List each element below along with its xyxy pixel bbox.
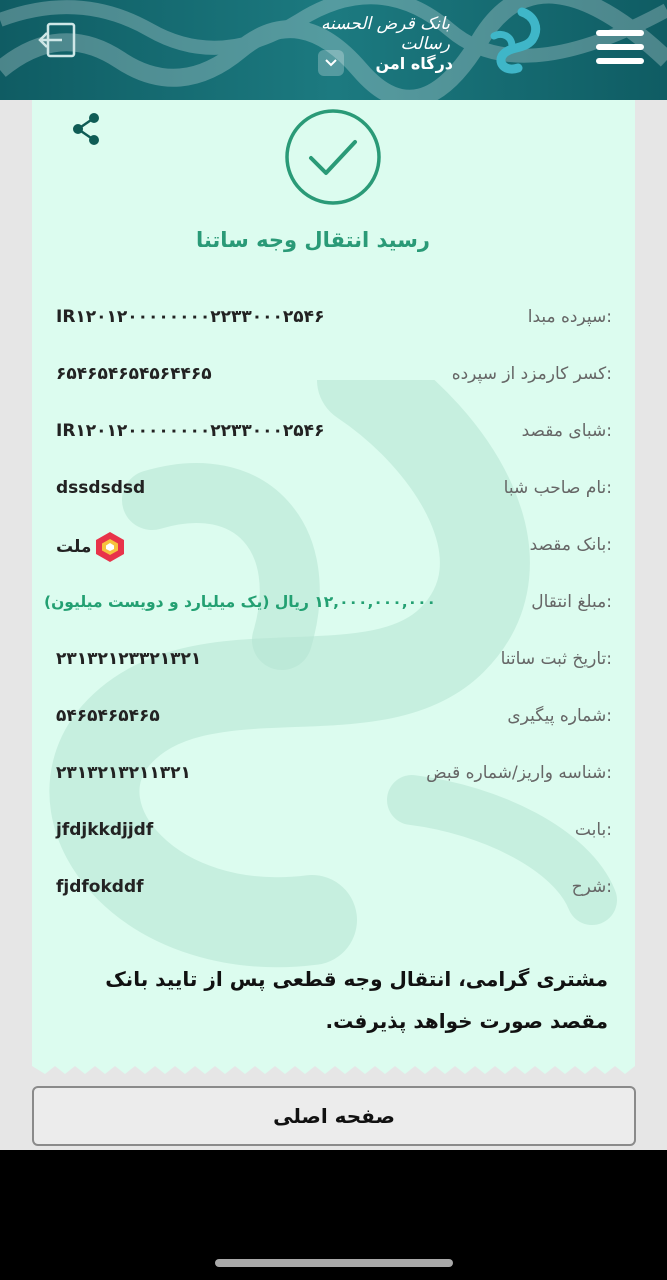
value-tracking-number: ۵۴۶۵۴۶۵۴۶۵	[56, 706, 160, 726]
receipt-edge	[32, 1060, 635, 1074]
value-amount: ۱۲,۰۰۰,۰۰۰,۰۰۰ ریال (یک میلیارد و دویست …	[43, 593, 436, 611]
value-reason: jfdjkkdjjdf	[56, 820, 154, 840]
value-dest-bank: ملت	[56, 530, 456, 562]
value-description: fjdfokddf	[56, 877, 144, 897]
chevron-down-icon[interactable]	[318, 50, 344, 76]
value-payment-id: ۲۳۱۳۲۱۳۲۱۱۳۲۱	[56, 763, 191, 783]
value-sheba-owner: dssdsdsd	[56, 478, 146, 498]
home-indicator	[215, 1259, 453, 1267]
confirmation-note: مشتری گرامی، انتقال وجه قطعی پس از تایید…	[105, 967, 608, 1033]
logout-icon[interactable]	[36, 20, 80, 60]
mellat-bank-logo	[96, 532, 125, 562]
app-header: بانک قرض الحسنه رسالت درگاه امن	[0, 0, 667, 100]
menu-icon[interactable]	[596, 30, 644, 64]
gateway-label: درگاه امن	[375, 53, 453, 73]
dest-bank-name: ملت	[56, 537, 92, 557]
value-dest-sheba: IR۱۲۰۱۲۰۰۰۰۰۰۰۰۲۲۳۳۰۰۰۲۵۴۶	[56, 421, 325, 441]
share-icon[interactable]	[70, 112, 102, 146]
value-satna-date: ۲۳۱۳۲۱۲۳۳۲۱۳۲۱	[56, 649, 202, 669]
brand-logo	[490, 7, 541, 74]
value-source-deposit: IR۱۲۰۱۲۰۰۰۰۰۰۰۰۲۲۳۳۰۰۰۲۵۴۶	[56, 307, 325, 327]
gateway-selector[interactable]: درگاه امن	[318, 50, 453, 76]
receipt-title: رسید انتقال وجه ساتنا	[195, 228, 430, 252]
bank-name: بانک قرض الحسنه رسالت	[320, 14, 450, 54]
home-button[interactable]: صفحه اصلی	[32, 1086, 636, 1146]
checkmark-icon	[285, 109, 381, 205]
value-fee-deposit: ۶۵۴۶۵۴۶۵۴۵۶۴۴۶۵	[56, 364, 212, 384]
